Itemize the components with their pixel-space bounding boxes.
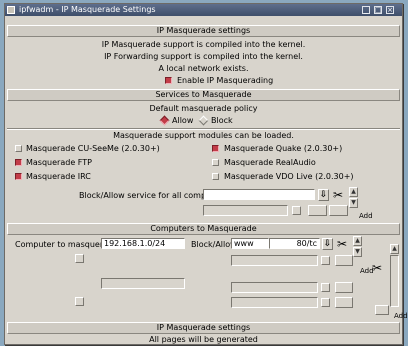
- computer-service-toggle-2[interactable]: [321, 256, 330, 265]
- local-network-status: A local network exists.: [158, 64, 249, 73]
- title-bar[interactable]: ipfwadm - IP Masquerade Settings _ □ ×: [5, 4, 402, 16]
- port-input[interactable]: 80/tc: [269, 238, 320, 249]
- service-entry-input-2[interactable]: [203, 205, 288, 216]
- module-realaudio-label: Masquerade RealAudio: [224, 158, 316, 167]
- service-name-input[interactable]: www: [231, 238, 269, 249]
- enable-masquerading-checkbox[interactable]: [165, 77, 172, 84]
- module-quake-label: Masquerade Quake (2.0.30+): [224, 144, 343, 153]
- scroll-down-icon[interactable]: ▼: [349, 198, 358, 208]
- computer-scroll-down-icon[interactable]: ▼: [353, 247, 362, 257]
- computer-toggle[interactable]: [75, 254, 84, 263]
- module-irc-checkbox[interactable]: [15, 173, 22, 180]
- computer-list-scrollbar[interactable]: [390, 255, 399, 307]
- add-computer-button[interactable]: [375, 305, 389, 315]
- computer-toggle-2[interactable]: [75, 297, 84, 306]
- module-irc-label: Masquerade IRC: [26, 172, 91, 181]
- computer-service-toggle-3[interactable]: [321, 283, 330, 292]
- footer-header: IP Masquerade settings: [7, 322, 400, 334]
- computer-list-up-icon[interactable]: ▲: [390, 244, 399, 254]
- maximize-icon[interactable]: □: [374, 6, 382, 14]
- settings-window: ipfwadm - IP Masquerade Settings _ □ × I…: [4, 3, 408, 345]
- computer-service-toggle-4[interactable]: [321, 298, 330, 307]
- module-realaudio-checkbox[interactable]: [212, 159, 219, 166]
- computer-service-dropdown[interactable]: ⇩: [322, 238, 333, 250]
- services-header: Services to Masquerade: [7, 89, 400, 101]
- masquerade-settings-header: IP Masquerade settings: [7, 25, 400, 37]
- masquerade-kernel-status: IP Masquerade support is compiled into t…: [101, 40, 306, 49]
- module-cuseeme-label: Masquerade CU-SeeMe (2.0.30+): [26, 144, 160, 153]
- cut-computer-service-icon[interactable]: ✂: [337, 238, 347, 250]
- computer-cut-disabled-button[interactable]: [335, 255, 353, 266]
- computers-header: Computers to Masquerade: [7, 223, 400, 235]
- scroll-up-icon[interactable]: ▲: [349, 187, 358, 197]
- service-cut-disabled-button[interactable]: [308, 205, 327, 216]
- module-vdolive-checkbox[interactable]: [212, 173, 219, 180]
- window-menu-icon[interactable]: [7, 6, 15, 14]
- policy-label: Default masquerade policy: [149, 104, 258, 113]
- module-ftp-checkbox[interactable]: [15, 159, 22, 166]
- computer-scroll-up-icon[interactable]: ▲: [353, 236, 362, 246]
- computer-input[interactable]: 192.168.1.0/24: [101, 238, 185, 249]
- service-delete-disabled-button[interactable]: [329, 205, 348, 216]
- window-title: ipfwadm - IP Masquerade Settings: [19, 5, 156, 14]
- allow-radio[interactable]: [159, 115, 170, 126]
- block-label: Block: [211, 116, 233, 125]
- modules-label: Masquerade support modules can be loaded…: [113, 131, 294, 140]
- forwarding-kernel-status: IP Forwarding support is compiled into t…: [104, 52, 303, 61]
- status-text: All pages will be generated: [149, 335, 258, 344]
- cut-computer-icon[interactable]: ✂: [372, 262, 382, 274]
- computer-input-2[interactable]: [101, 278, 185, 289]
- minimize-icon[interactable]: _: [362, 6, 370, 14]
- divider: [7, 128, 400, 130]
- module-ftp-label: Masquerade FTP: [26, 158, 92, 167]
- cut-icon[interactable]: ✂: [333, 189, 343, 201]
- add-service-button[interactable]: Add: [359, 212, 373, 221]
- add-computer-label[interactable]: Add: [394, 312, 408, 321]
- module-vdolive-label: Masquerade VDO Live (2.0.30+): [224, 172, 354, 181]
- service-toggle[interactable]: [292, 206, 301, 215]
- computer-service-input-3[interactable]: [231, 282, 318, 293]
- block-allow-label: Block/Allow: [191, 240, 237, 249]
- allow-label: Allow: [172, 116, 194, 125]
- computer-cut-disabled-button-2[interactable]: [335, 282, 353, 293]
- computer-service-input-2[interactable]: [231, 255, 318, 266]
- module-quake-checkbox[interactable]: [212, 145, 219, 152]
- service-dropdown-button[interactable]: ⇩: [318, 189, 329, 201]
- module-cuseeme-checkbox[interactable]: [15, 145, 22, 152]
- close-icon[interactable]: ×: [386, 6, 394, 14]
- computer-cut-disabled-button-3[interactable]: [335, 297, 353, 308]
- service-entry-input[interactable]: [203, 189, 315, 200]
- block-radio[interactable]: [198, 115, 209, 126]
- computer-service-input-4[interactable]: [231, 297, 318, 308]
- enable-masquerading-label: Enable IP Masquerading: [177, 76, 274, 85]
